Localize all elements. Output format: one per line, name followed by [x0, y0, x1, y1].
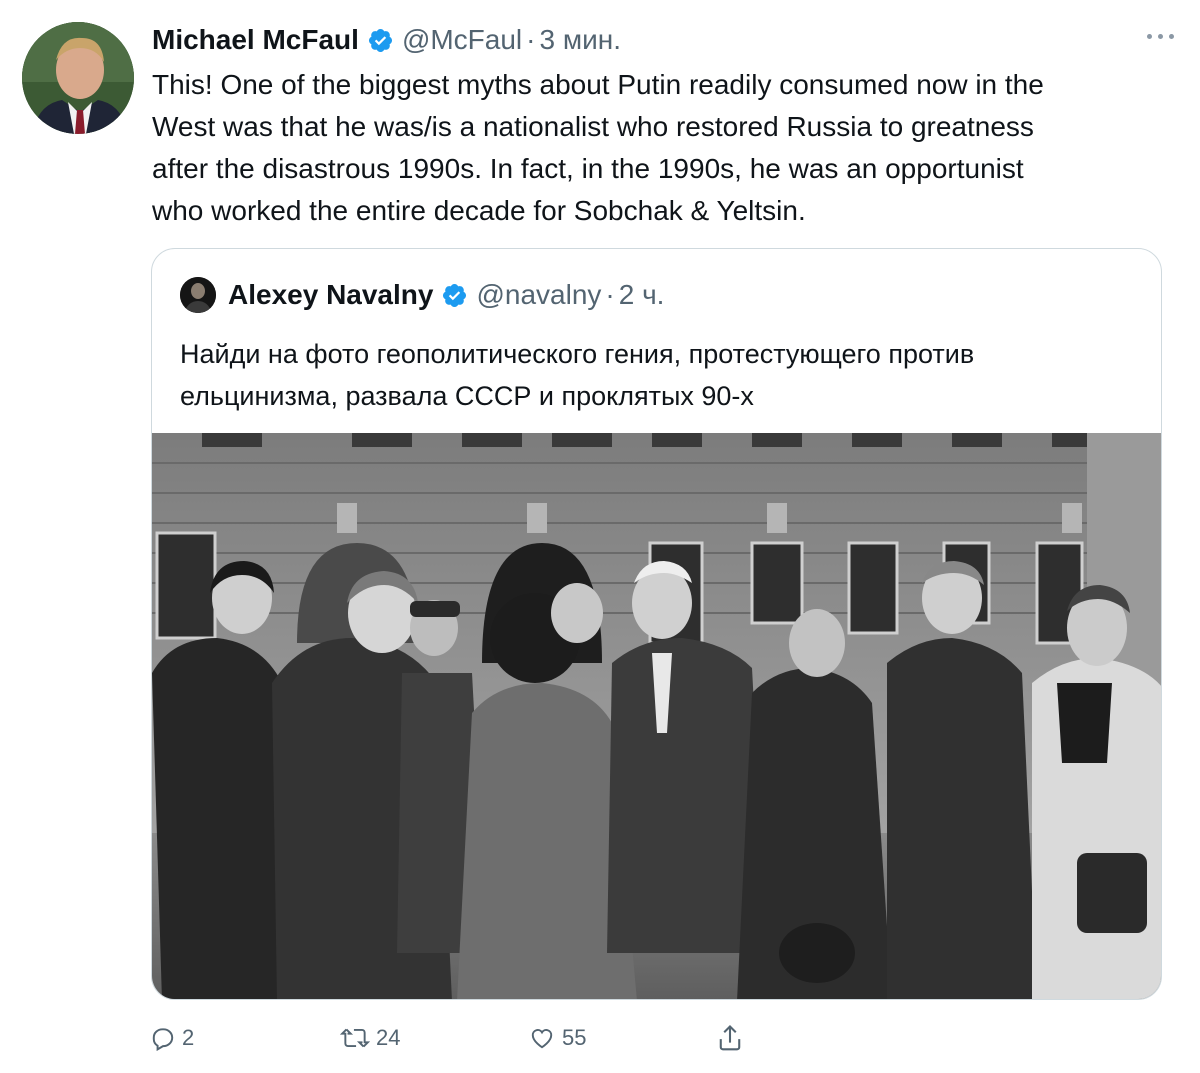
- reply-button[interactable]: 2: [150, 1020, 194, 1056]
- verified-badge-icon: [367, 27, 394, 54]
- tweet-header: Michael McFaul @McFaul · 3 мин.: [152, 20, 621, 60]
- author-avatar[interactable]: [22, 22, 134, 134]
- tweet-timestamp[interactable]: 3 мин.: [539, 24, 620, 56]
- quoted-verified-badge-icon: [441, 282, 468, 309]
- quoted-author-avatar: [180, 277, 216, 313]
- author-name[interactable]: Michael McFaul: [152, 24, 359, 56]
- quoted-tweet-timestamp: 2 ч.: [618, 279, 665, 310]
- share-button[interactable]: [716, 1020, 744, 1056]
- heart-icon: [528, 1025, 556, 1051]
- tweet-text-line: after the disastrous 1990s. In fact, in …: [152, 153, 1024, 184]
- tweet-text: This! One of the biggest myths about Put…: [152, 64, 1162, 232]
- more-options-icon[interactable]: [1147, 34, 1174, 39]
- reply-icon: [150, 1025, 176, 1051]
- tweet-text-line: West was that he was/is a nationalist wh…: [152, 111, 1034, 142]
- quoted-author-name: Alexey Navalny: [228, 279, 434, 310]
- retweet-count: 24: [376, 1025, 401, 1050]
- quoted-tweet-header: Alexey Navalny @navalny · 2 ч.: [180, 275, 664, 315]
- quoted-tweet-text: Найди на фото геополитического гения, пр…: [180, 333, 1140, 417]
- like-count: 55: [562, 1025, 587, 1050]
- reply-count: 2: [182, 1025, 195, 1050]
- quoted-author-handle: @navalny: [476, 279, 602, 310]
- tweet-text-line: This! One of the biggest myths about Put…: [152, 69, 1044, 100]
- tweet-text-line: who worked the entire decade for Sobchak…: [152, 195, 806, 226]
- like-button[interactable]: 55: [528, 1020, 586, 1056]
- quoted-header-separator: ·: [605, 279, 615, 310]
- share-icon: [716, 1023, 744, 1053]
- header-separator: ·: [526, 24, 536, 55]
- retweet-button[interactable]: 24: [340, 1020, 400, 1056]
- tweet-action-bar: 2 24 55: [150, 1020, 750, 1056]
- quoted-text-line: ельцинизма, развала СССР и проклятых 90-…: [180, 381, 754, 411]
- quoted-tweet-photo[interactable]: [152, 433, 1161, 999]
- retweet-icon: [340, 1025, 370, 1051]
- quoted-text-line: Найди на фото геополитического гения, пр…: [180, 339, 975, 369]
- quoted-tweet-card[interactable]: Alexey Navalny @navalny · 2 ч. Найди на …: [151, 248, 1162, 1000]
- author-handle[interactable]: @McFaul: [402, 24, 522, 56]
